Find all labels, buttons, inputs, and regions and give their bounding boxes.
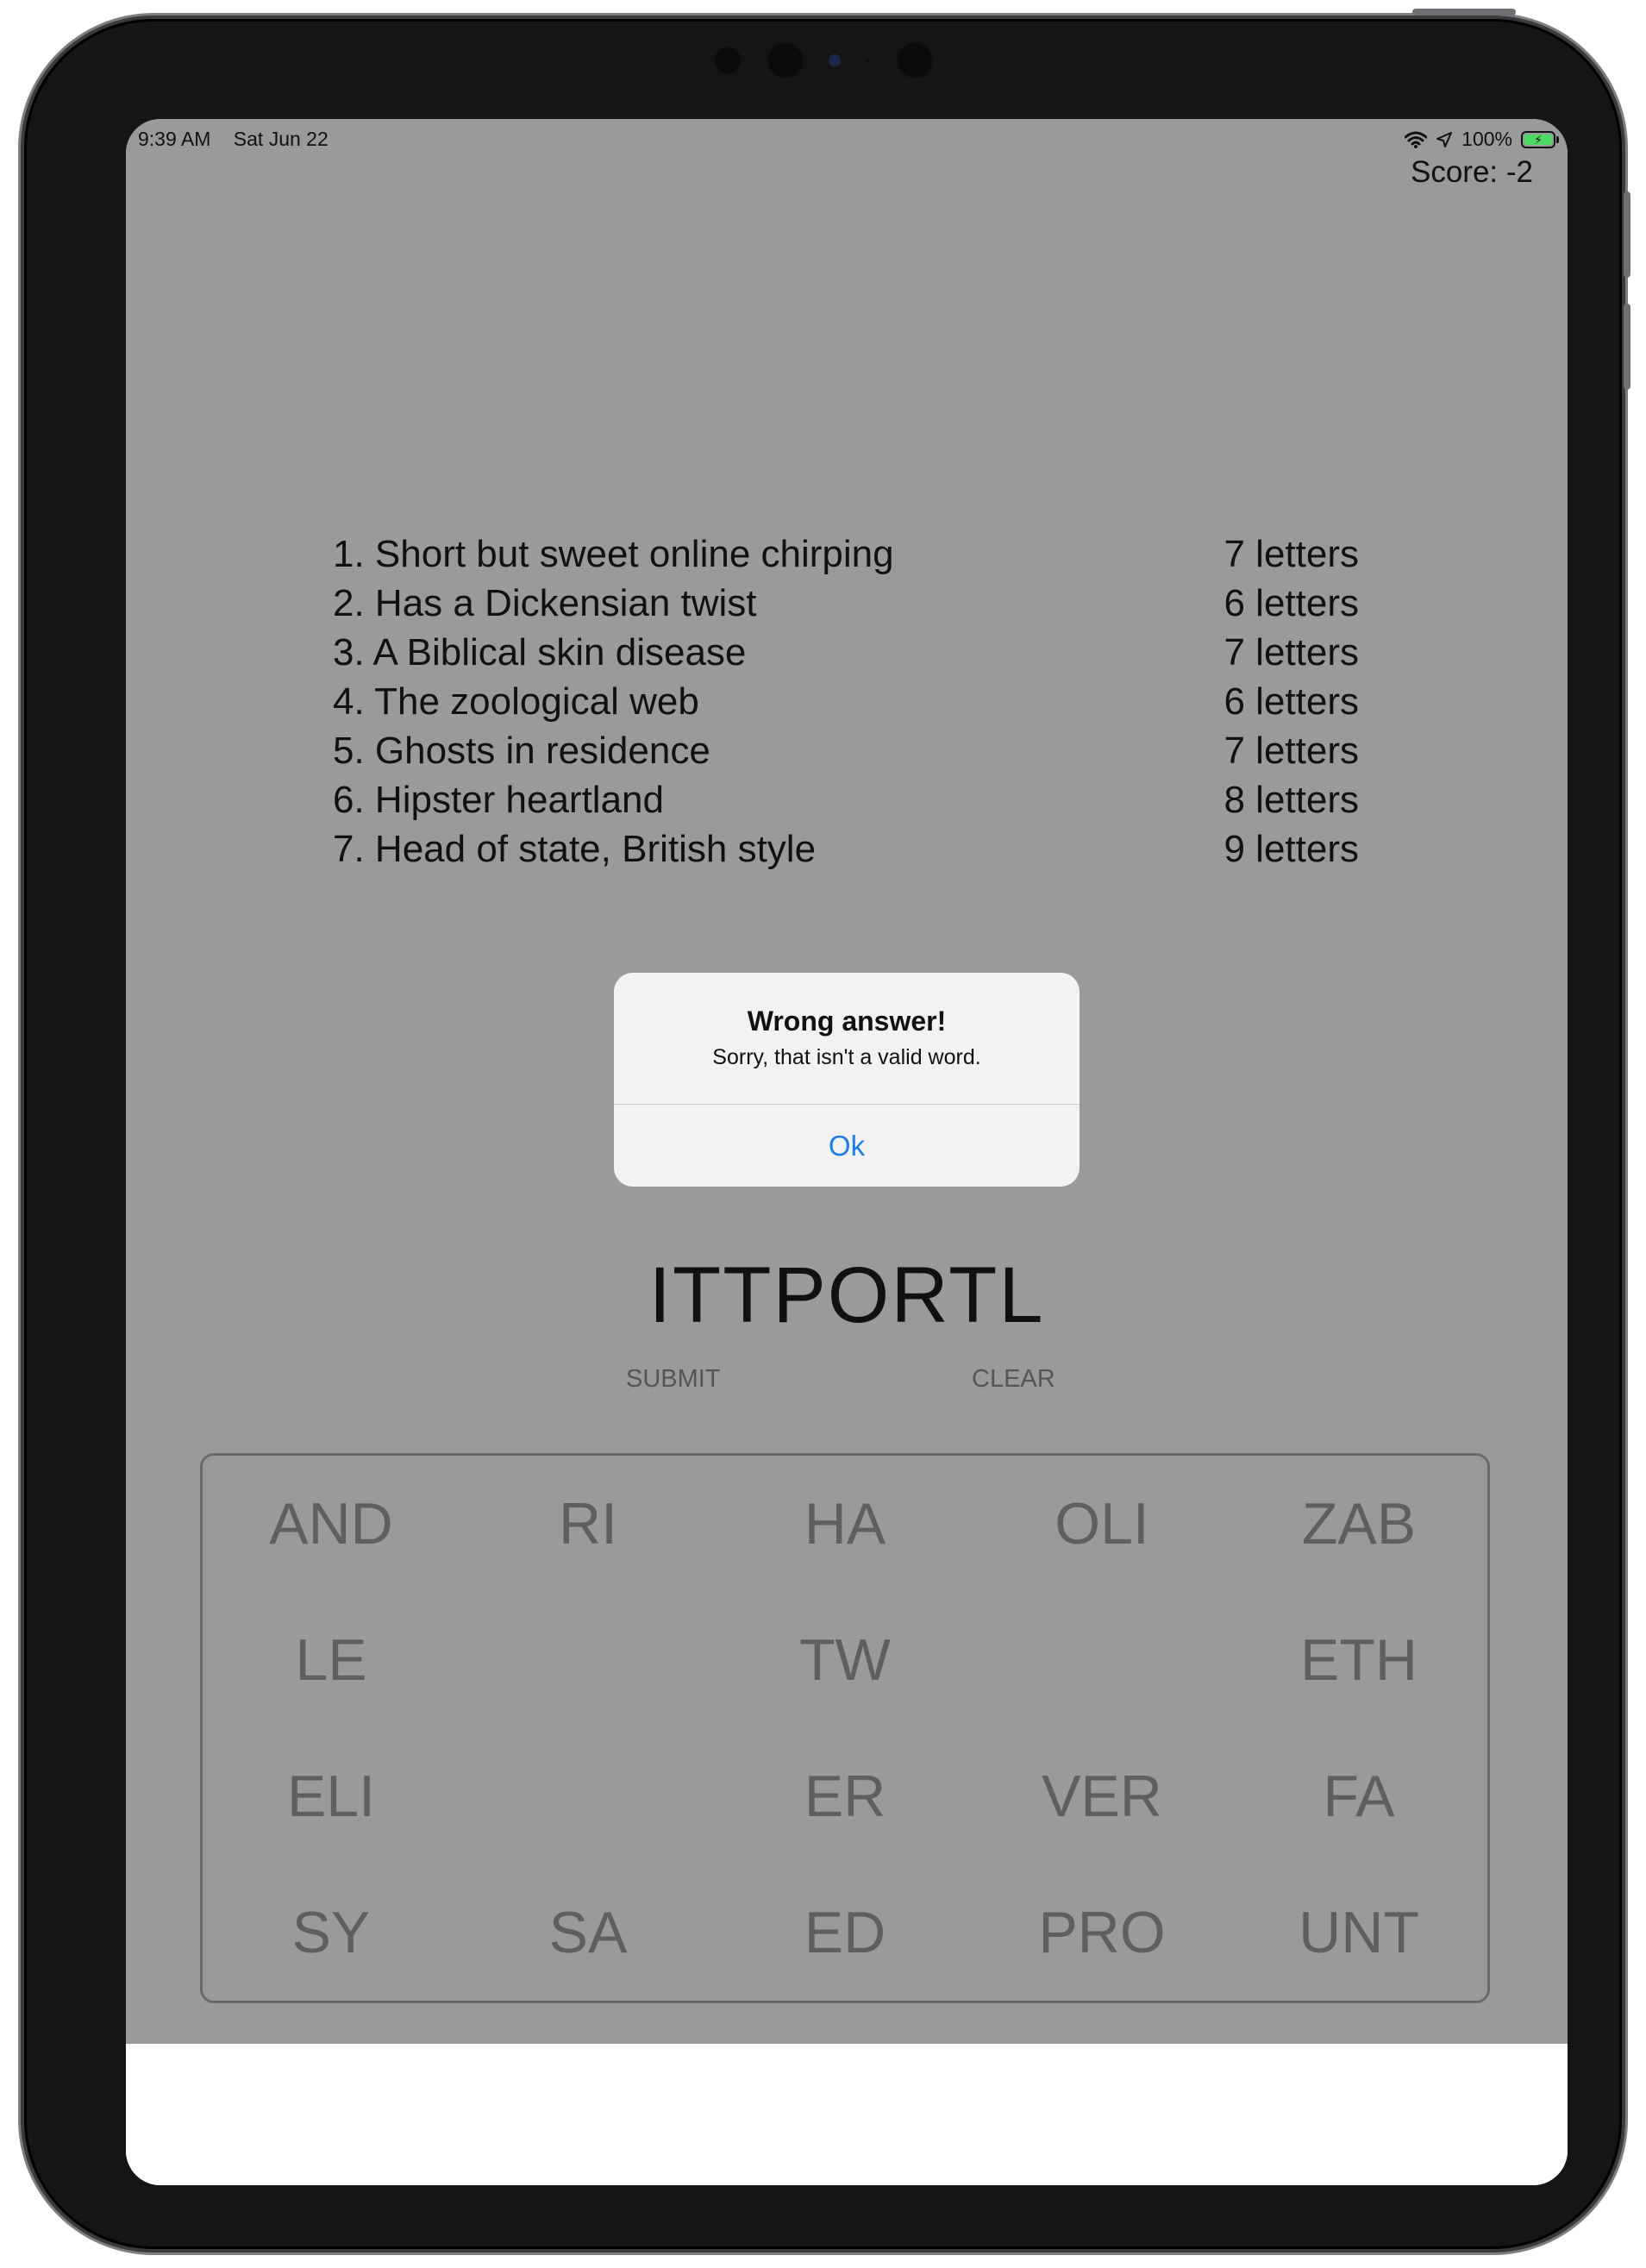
clue-length: 6 letters — [1224, 582, 1359, 624]
charging-bolt-icon: ⚡ — [1524, 134, 1552, 146]
status-date: Sat Jun 22 — [233, 128, 329, 150]
clue-text: 2. Has a Dickensian twist — [333, 582, 757, 624]
top-button — [1412, 9, 1516, 16]
camera-bar — [712, 41, 934, 79]
letter-tile[interactable]: UNT — [1230, 1864, 1487, 2001]
letter-tile[interactable]: SA — [460, 1864, 717, 2001]
letter-tile[interactable]: SY — [203, 1864, 460, 2001]
clue-length: 9 letters — [1224, 828, 1359, 870]
clue-list: 1. Short but sweet online chirping 7 lett… — [333, 529, 1359, 874]
status-right: 100% ⚡ — [1405, 128, 1559, 151]
location-icon — [1436, 131, 1453, 147]
status-bar: 9:39 AM Sat Jun 22 100% ⚡ — [126, 119, 1568, 162]
clue-row: 3. A Biblical skin disease 7 letters — [333, 628, 1359, 677]
letter-tile[interactable]: ELI — [203, 1728, 460, 1864]
wifi-icon — [1405, 131, 1428, 148]
letter-tile[interactable]: ZAB — [1230, 1456, 1487, 1592]
clue-length: 6 letters — [1224, 680, 1359, 723]
ipad-frame: 9:39 AM Sat Jun 22 100% ⚡ Score: -2 1. S… — [24, 9, 1630, 2249]
letter-tile[interactable]: OLI — [973, 1456, 1230, 1592]
clue-row: 6. Hipster heartland 8 letters — [333, 775, 1359, 824]
letter-tile[interactable]: FA — [1230, 1728, 1487, 1864]
screen: 9:39 AM Sat Jun 22 100% ⚡ Score: -2 1. S… — [126, 119, 1568, 2185]
tile-grid: AND RI HA OLI ZAB LE TW ETH ELI ER VER FA SY SA ED PRO U… — [200, 1453, 1490, 2003]
score-label: Score: -2 — [1411, 155, 1533, 189]
letter-tile[interactable]: HA — [717, 1456, 973, 1592]
empty-tile-slot — [460, 1728, 717, 1864]
letter-tile[interactable]: ER — [717, 1728, 973, 1864]
clear-button[interactable]: CLEAR — [972, 1365, 1055, 1394]
volume-up-button — [1624, 191, 1630, 278]
clue-length: 7 letters — [1224, 730, 1359, 772]
clue-row: 5. Ghosts in residence 7 letters — [333, 726, 1359, 775]
alert-message: Sorry, that isn't a valid word. — [712, 1045, 981, 1069]
clue-row: 7. Head of state, British style 9 letters — [333, 824, 1359, 874]
clue-row: 4. The zoological web 6 letters — [333, 677, 1359, 726]
bottom-area — [126, 2044, 1568, 2185]
empty-tile-slot — [460, 1592, 717, 1728]
clue-text: 7. Head of state, British style — [333, 828, 817, 870]
clue-text: 1. Short but sweet online chirping — [333, 533, 894, 575]
clue-length: 7 letters — [1224, 631, 1359, 674]
battery-percent: 100% — [1461, 128, 1512, 150]
letter-tile[interactable]: ED — [717, 1864, 973, 2001]
letter-tile[interactable]: ETH — [1230, 1592, 1487, 1728]
clue-length: 7 letters — [1224, 533, 1359, 575]
letter-tile[interactable]: TW — [717, 1592, 973, 1728]
clue-row: 2. Has a Dickensian twist 6 letters — [333, 579, 1359, 628]
submit-button[interactable]: SUBMIT — [626, 1365, 721, 1394]
status-time: 9:39 AM — [138, 128, 211, 150]
sensor-icon — [712, 46, 742, 75]
current-word: ITTPORTL — [648, 1251, 1045, 1339]
alert-title: Wrong answer! — [747, 1006, 947, 1037]
clue-row: 1. Short but sweet online chirping 7 lett… — [333, 529, 1359, 579]
alert-dialog: Wrong answer! Sorry, that isn't a valid … — [614, 973, 1080, 1187]
letter-tile[interactable]: VER — [973, 1728, 1230, 1864]
clue-length: 8 letters — [1224, 779, 1359, 821]
volume-down-button — [1624, 304, 1630, 390]
status-left: 9:39 AM Sat Jun 22 — [138, 128, 329, 151]
alert-ok-button[interactable]: Ok — [614, 1105, 1080, 1187]
app-view: 9:39 AM Sat Jun 22 100% ⚡ Score: -2 1. S… — [126, 119, 1568, 2044]
clue-text: 4. The zoological web — [333, 680, 699, 723]
flood-illuminator-icon — [895, 41, 934, 79]
clue-text: 5. Ghosts in residence — [333, 730, 710, 772]
letter-tile[interactable]: RI — [460, 1456, 717, 1592]
camera-icon — [766, 41, 804, 79]
letter-tile[interactable]: PRO — [973, 1864, 1230, 2001]
proximity-sensor-icon — [828, 54, 841, 66]
empty-tile-slot — [973, 1592, 1230, 1728]
ambient-sensor-icon — [864, 57, 872, 64]
clue-text: 3. A Biblical skin disease — [333, 631, 747, 674]
clue-text: 6. Hipster heartland — [333, 779, 664, 821]
letter-tile[interactable]: LE — [203, 1592, 460, 1728]
letter-tile[interactable]: AND — [203, 1456, 460, 1592]
battery-icon: ⚡ — [1521, 130, 1559, 148]
